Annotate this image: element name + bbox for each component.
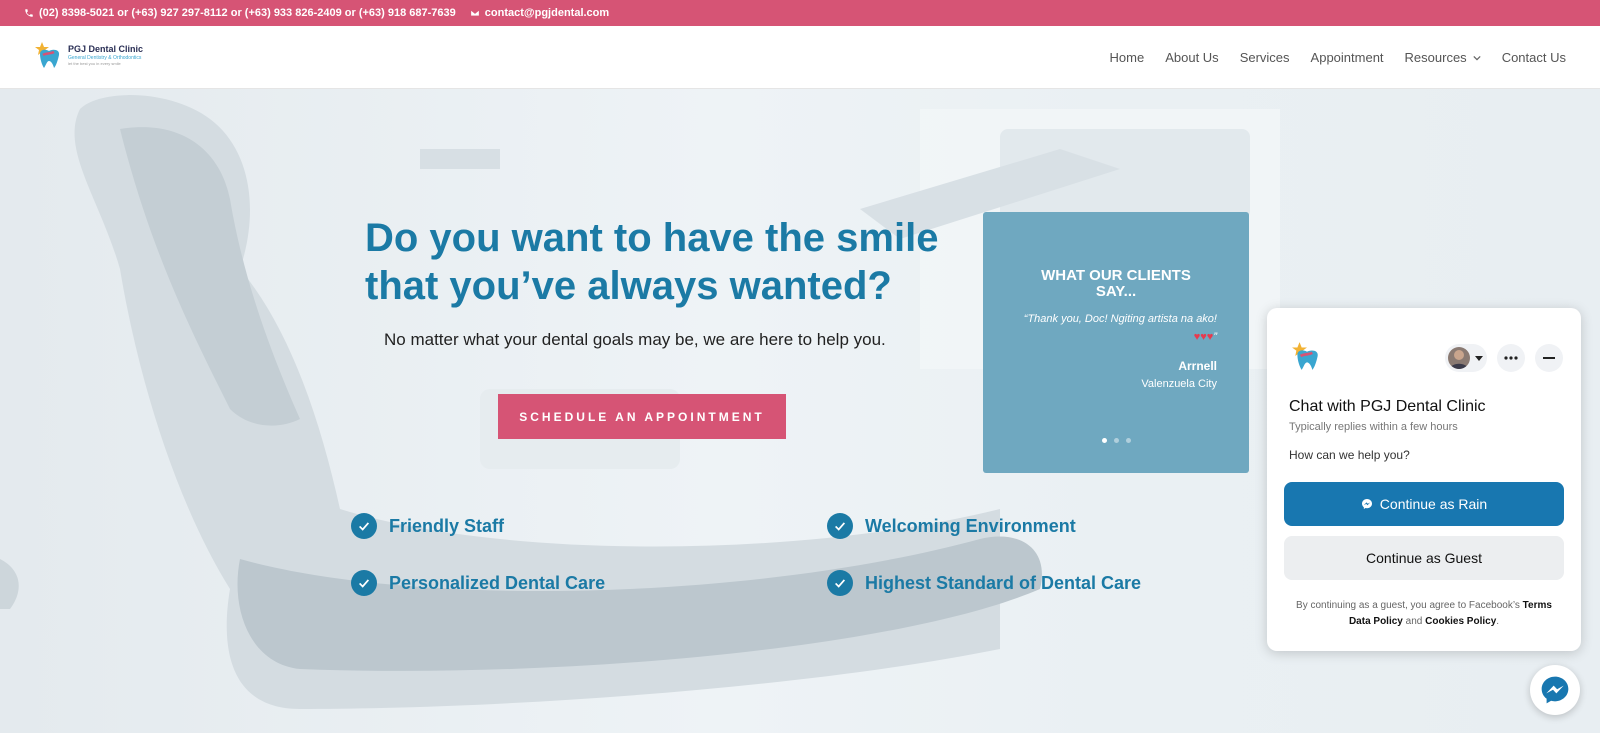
feature-highest-standard: Highest Standard of Dental Care bbox=[827, 570, 1141, 596]
testimonial-quote: “Thank you, Doc! Ngiting artista na ako!… bbox=[1017, 310, 1217, 346]
phone-icon bbox=[25, 9, 33, 17]
slider-dot-2[interactable] bbox=[1113, 438, 1119, 443]
minus-icon bbox=[1543, 357, 1555, 359]
slider-dot-3[interactable] bbox=[1125, 438, 1131, 443]
legal-period: . bbox=[1496, 616, 1500, 627]
logo-subtitle: General Dentistry & Orthodontics bbox=[68, 54, 142, 61]
slider-dots bbox=[983, 438, 1249, 443]
slider-dot-1[interactable] bbox=[1101, 438, 1107, 443]
top-contact-bar: (02) 8398-5021 or (+63) 927 297-8112 or … bbox=[0, 0, 1600, 26]
check-icon bbox=[351, 513, 377, 539]
continue-as-user-button[interactable]: Continue as Rain bbox=[1284, 482, 1564, 526]
hearts-icon: ♥♥♥ bbox=[1193, 331, 1214, 343]
caret-down-icon bbox=[1475, 356, 1483, 361]
account-switcher[interactable] bbox=[1445, 344, 1487, 372]
headline-line-1: Do you want to have the smile bbox=[365, 216, 939, 260]
envelope-icon bbox=[470, 9, 480, 17]
logo-name: PGJ Dental Clinic bbox=[68, 43, 144, 54]
email-contact[interactable]: contact@pgjdental.com bbox=[470, 7, 609, 19]
chat-page-logo bbox=[1291, 340, 1323, 377]
messenger-chat-widget: Chat with PGJ Dental Clinic Typically re… bbox=[1267, 308, 1581, 651]
feature-label: Highest Standard of Dental Care bbox=[865, 572, 1142, 593]
testimonial-author: Arrnell bbox=[1178, 359, 1217, 373]
quote-close: ” bbox=[1213, 331, 1217, 343]
testimonial-title: WHAT OUR CLIENTS SAY... bbox=[1041, 267, 1191, 300]
feature-label: Welcoming Environment bbox=[865, 515, 1076, 536]
main-nav: Home About Us Services Appointment Resou… bbox=[1110, 26, 1566, 89]
logo-text: PGJ Dental Clinic General Dentistry & Or… bbox=[68, 43, 144, 66]
avatar bbox=[1448, 347, 1470, 369]
feature-welcoming-environment: Welcoming Environment bbox=[827, 513, 1076, 539]
email-address: contact@pgjdental.com bbox=[484, 7, 610, 19]
phone-contact[interactable]: (02) 8398-5021 or (+63) 927 297-8112 or … bbox=[24, 7, 456, 19]
site-logo[interactable]: PGJ Dental Clinic General Dentistry & Or… bbox=[34, 40, 143, 70]
continue-as-user-label: Continue as Rain bbox=[1379, 496, 1488, 512]
tooth-logo-icon bbox=[1292, 342, 1318, 370]
check-icon bbox=[827, 513, 853, 539]
phone-numbers: (02) 8398-5021 or (+63) 927 297-8112 or … bbox=[39, 7, 456, 19]
chat-title: Chat with PGJ Dental Clinic bbox=[1289, 398, 1486, 415]
more-options-button[interactable] bbox=[1497, 344, 1525, 372]
nav-resources-label: Resources bbox=[1404, 50, 1467, 65]
hero-headline: Do you want to have the smile that you’v… bbox=[365, 214, 965, 310]
chat-greeting: How can we help you? bbox=[1289, 448, 1410, 462]
headline-line-2: that you’ve always wanted? bbox=[365, 264, 892, 308]
messenger-icon bbox=[1541, 676, 1569, 704]
ellipsis-icon bbox=[1504, 356, 1518, 360]
chat-controls bbox=[1445, 344, 1563, 372]
terms-link[interactable]: Terms bbox=[1523, 600, 1552, 611]
chevron-down-icon bbox=[1473, 55, 1481, 60]
feature-label: Personalized Dental Care bbox=[389, 572, 606, 593]
legal-and: and bbox=[1402, 616, 1426, 627]
nav-contact-us[interactable]: Contact Us bbox=[1502, 50, 1566, 65]
cookies-policy-link[interactable]: Cookies Policy bbox=[1425, 616, 1496, 627]
feature-label: Friendly Staff bbox=[389, 515, 505, 536]
feature-personalized-care: Personalized Dental Care bbox=[351, 570, 605, 596]
logo-tagline: let the best you in every smile bbox=[68, 60, 121, 66]
quote-text: “Thank you, Doc! Ngiting artista na ako! bbox=[1023, 313, 1217, 325]
continue-as-guest-button[interactable]: Continue as Guest bbox=[1284, 536, 1564, 580]
tooth-logo-icon bbox=[35, 42, 60, 68]
hero-subline: No matter what your dental goals may be,… bbox=[384, 330, 886, 349]
nav-appointment[interactable]: Appointment bbox=[1311, 50, 1384, 65]
feature-friendly-staff: Friendly Staff bbox=[351, 513, 504, 539]
check-icon bbox=[351, 570, 377, 596]
messenger-icon bbox=[1361, 499, 1372, 509]
schedule-appointment-button[interactable]: SCHEDULE AN APPOINTMENT bbox=[498, 394, 786, 439]
chat-reply-time: Typically replies within a few hours bbox=[1289, 421, 1458, 433]
minimize-button[interactable] bbox=[1535, 344, 1563, 372]
testimonial-slider: WHAT OUR CLIENTS SAY... “Thank you, Doc!… bbox=[983, 212, 1249, 473]
chat-legal-notice: By continuing as a guest, you agree to F… bbox=[1285, 598, 1563, 630]
nav-home[interactable]: Home bbox=[1110, 50, 1145, 65]
site-header: PGJ Dental Clinic General Dentistry & Or… bbox=[0, 26, 1600, 89]
nav-resources[interactable]: Resources bbox=[1405, 50, 1481, 65]
testimonial-location: Valenzuela City bbox=[1141, 378, 1217, 390]
nav-services[interactable]: Services bbox=[1240, 50, 1290, 65]
messenger-launcher-button[interactable] bbox=[1530, 665, 1580, 715]
legal-prefix: By continuing as a guest, you agree to F… bbox=[1296, 600, 1523, 611]
check-icon bbox=[827, 570, 853, 596]
nav-about-us[interactable]: About Us bbox=[1165, 50, 1218, 65]
data-policy-link[interactable]: Data Policy bbox=[1349, 616, 1403, 627]
